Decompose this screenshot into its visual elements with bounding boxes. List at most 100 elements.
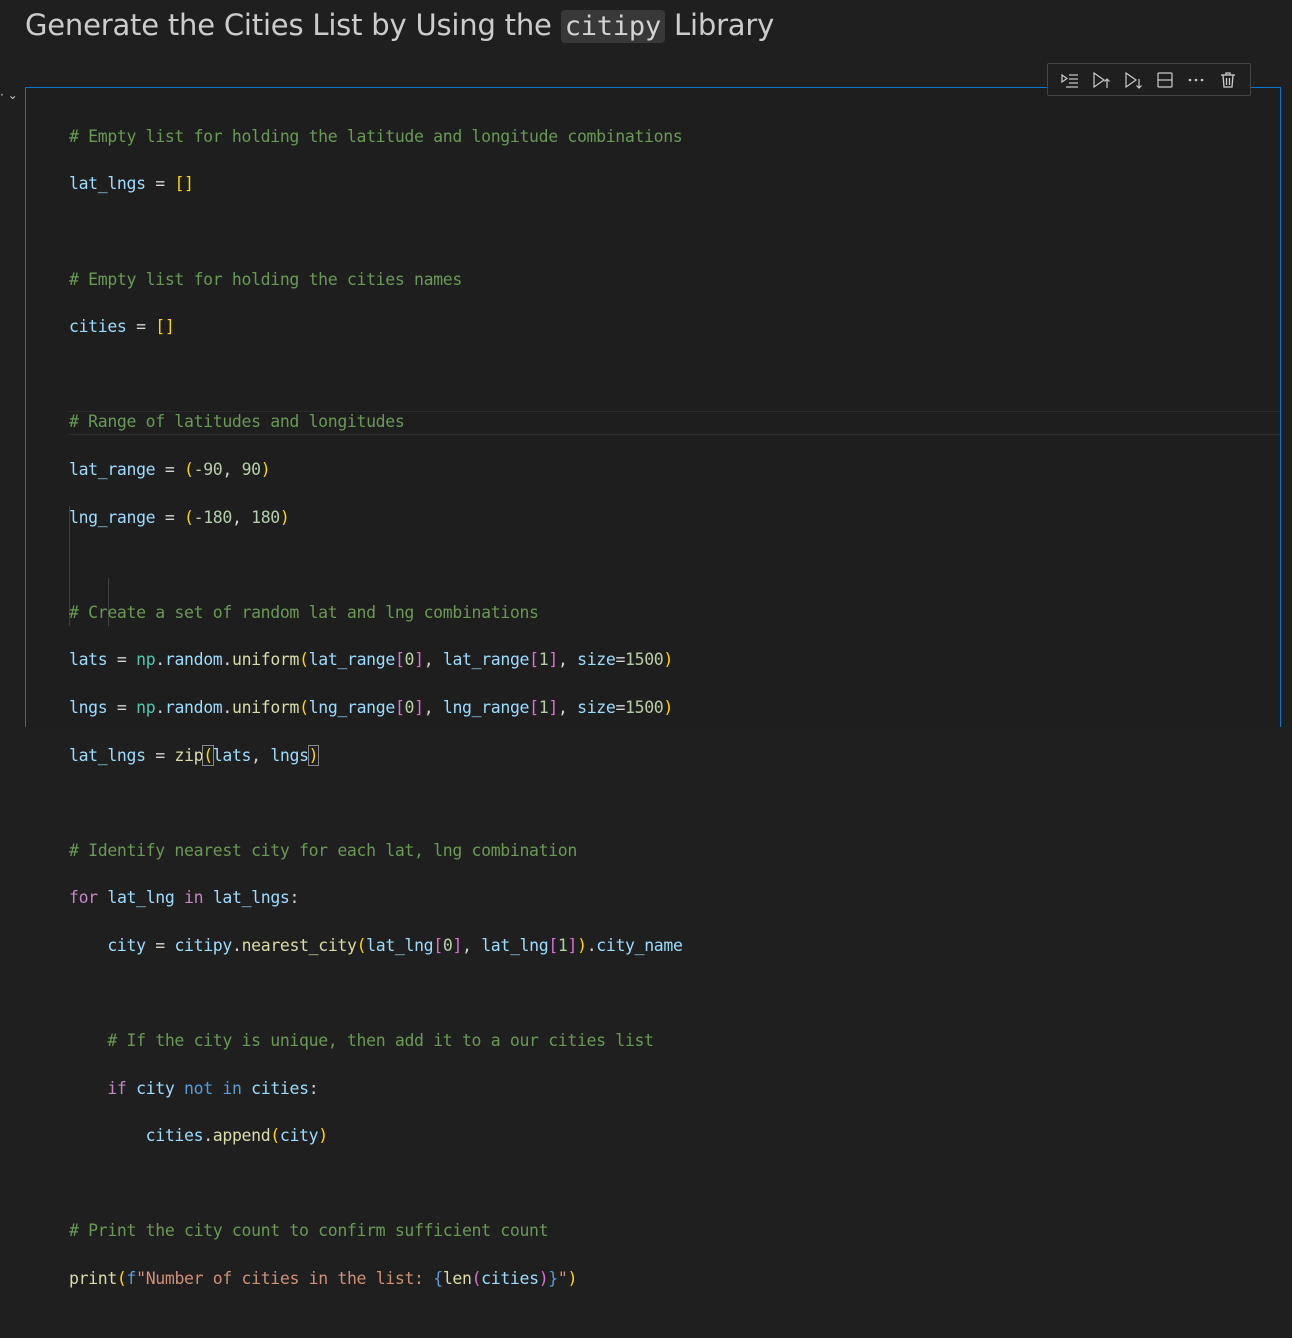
run-by-line-icon[interactable] xyxy=(1057,67,1083,93)
code-line: # Create a set of random lat and lng com… xyxy=(69,601,683,625)
code-cell[interactable]: # Empty list for holding the latitude an… xyxy=(25,87,1281,1288)
code-token: -180 xyxy=(193,507,233,527)
code-token: ( xyxy=(184,459,194,479)
code-token: cities xyxy=(69,317,127,337)
code-token: lat_range xyxy=(442,650,530,670)
code-token: 0 xyxy=(442,935,453,955)
code-token: 180 xyxy=(251,507,280,527)
code-token: } xyxy=(548,1269,558,1289)
code-line: # Print the city count to confirm suffic… xyxy=(69,1219,683,1243)
code-line: # Identify nearest city for each lat, ln… xyxy=(69,839,683,863)
code-token: "Number of cities in the list: xyxy=(136,1269,434,1289)
code-token: [ xyxy=(394,697,405,717)
code-token: size xyxy=(577,650,616,670)
code-token: ( xyxy=(471,1269,482,1289)
code-token: # Range of latitudes and longitudes xyxy=(69,412,405,432)
code-line: lat_lngs = [] xyxy=(69,174,194,194)
code-token: ( xyxy=(356,935,367,955)
code-line: # Empty list for holding the cities name… xyxy=(69,268,683,292)
code-token: ( xyxy=(299,650,309,670)
cell-collapse-chevron-icon[interactable]: · ⌄ xyxy=(0,88,18,102)
delete-cell-icon[interactable] xyxy=(1215,67,1241,93)
code-token: append xyxy=(212,1126,271,1146)
code-token: 1 xyxy=(557,935,568,955)
code-token: " xyxy=(557,1269,568,1289)
code-token: nearest_city xyxy=(241,935,357,955)
code-token: city xyxy=(136,1078,175,1098)
more-actions-icon[interactable] xyxy=(1183,67,1209,93)
cell-toolbar xyxy=(1047,63,1251,96)
code-token: f xyxy=(126,1269,137,1289)
code-line: lngs = np.random.uniform(lng_range[0], l… xyxy=(69,697,673,717)
code-content[interactable]: # Empty list for holding the latitude an… xyxy=(69,101,683,1338)
code-token: city xyxy=(279,1126,319,1146)
code-token: # If the city is unique, then add it to … xyxy=(107,1031,654,1051)
code-token: 0 xyxy=(404,650,415,670)
code-line: lng_range = (-180, 180) xyxy=(69,507,290,527)
code-token: ) xyxy=(279,507,290,527)
code-token: [] xyxy=(174,174,194,194)
code-line: city = citipy.nearest_city(lat_lng[0], l… xyxy=(107,935,683,955)
code-token: 1500 xyxy=(625,697,664,717)
code-token: lat_lngs xyxy=(69,745,146,765)
code-line: lat_range = (-90, 90) xyxy=(69,459,271,479)
code-token: uniform xyxy=(231,650,300,670)
code-line: lats = np.random.uniform(lat_range[0], l… xyxy=(69,650,673,670)
code-token: cities xyxy=(145,1126,204,1146)
code-token: lat_lng xyxy=(107,888,175,908)
code-token: ) xyxy=(318,1126,328,1146)
code-token: np xyxy=(136,650,156,670)
code-token: lats xyxy=(212,745,252,765)
code-token: uniform xyxy=(231,697,300,717)
code-token: lat_lng xyxy=(481,935,549,955)
code-token: print xyxy=(69,1269,117,1289)
code-line: # If the city is unique, then add it to … xyxy=(69,1029,683,1053)
code-token: ) xyxy=(260,459,271,479)
code-token: [ xyxy=(394,650,405,670)
code-token: { xyxy=(433,1269,443,1289)
code-token: ] xyxy=(452,935,463,955)
code-token: size xyxy=(577,697,616,717)
code-token: [ xyxy=(548,935,558,955)
code-token: -90 xyxy=(193,459,223,479)
code-token: len xyxy=(442,1269,472,1289)
code-line: # Range of latitudes and longitudes xyxy=(69,410,683,434)
run-below-icon[interactable] xyxy=(1120,67,1146,93)
code-token: city_name xyxy=(596,935,683,955)
code-token: # Print the city count to confirm suffic… xyxy=(69,1221,549,1241)
code-token: in xyxy=(222,1078,242,1098)
code-token: ) xyxy=(577,935,587,955)
code-token: lat_lngs xyxy=(69,174,146,194)
code-token: ) xyxy=(663,697,673,717)
code-line: cities.append(city) xyxy=(145,1126,328,1146)
code-token: lat_range xyxy=(308,650,396,670)
code-token: lng_range xyxy=(69,507,156,527)
code-token: lat_lngs xyxy=(212,888,290,908)
code-token: citipy xyxy=(174,935,232,955)
code-token: ( xyxy=(299,697,309,717)
code-token: city xyxy=(107,935,146,955)
code-token: ) xyxy=(663,650,673,670)
heading-code-span: citipy xyxy=(560,10,666,43)
code-line: lat_lngs = zip(lats, lngs) xyxy=(69,744,320,766)
code-token: ] xyxy=(548,650,558,670)
code-token: [ xyxy=(433,935,443,955)
code-token: lats xyxy=(69,650,108,670)
code-token: if xyxy=(107,1078,127,1098)
run-above-icon[interactable] xyxy=(1088,67,1114,93)
code-token: ] xyxy=(567,935,578,955)
code-editor[interactable]: # Empty list for holding the latitude an… xyxy=(26,88,1280,1288)
split-cell-icon[interactable] xyxy=(1152,67,1178,93)
code-token: lat_lng xyxy=(366,935,434,955)
code-token: [ xyxy=(529,650,539,670)
code-token: # Create a set of random lat and lng com… xyxy=(69,602,539,622)
markdown-heading: Generate the Cities List by Using the ci… xyxy=(25,8,774,43)
code-token: 1 xyxy=(538,697,549,717)
code-token: [] xyxy=(155,317,175,337)
code-token: # Identify nearest city for each lat, ln… xyxy=(69,840,577,860)
code-token: lat_range xyxy=(69,459,156,479)
